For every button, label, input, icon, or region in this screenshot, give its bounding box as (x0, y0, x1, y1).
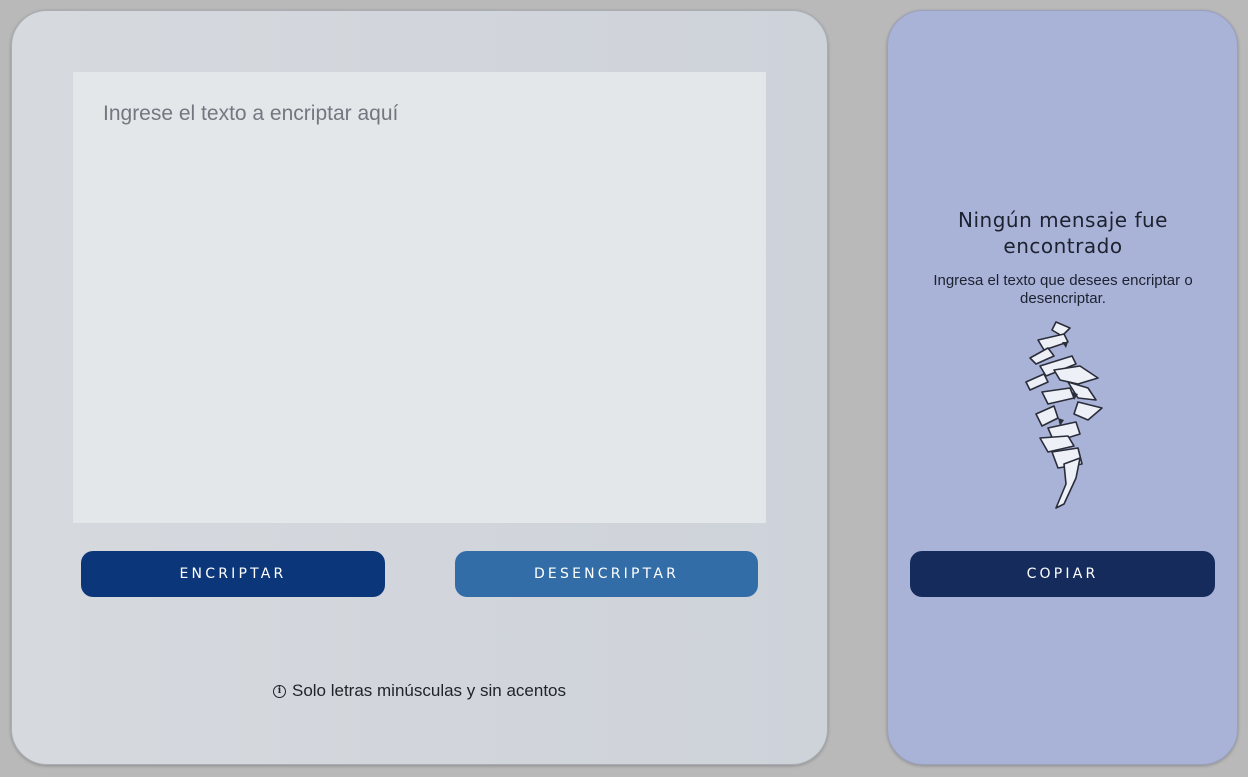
encrypt-button[interactable]: ENCRIPTAR (81, 551, 385, 597)
input-notice: i Solo letras minúsculas y sin acentos (12, 681, 827, 701)
text-input[interactable] (73, 72, 766, 523)
decrypt-button[interactable]: DESENCRIPTAR (455, 551, 758, 597)
empty-message-title: Ningún mensaje fue encontrado (958, 208, 1168, 258)
info-icon: i (272, 684, 286, 698)
calligraphy-symbol-image (1025, 321, 1103, 509)
input-panel: ENCRIPTAR DESENCRIPTAR i Solo letras min… (11, 10, 828, 765)
output-panel: Ningún mensaje fue encontrado Ingresa el… (887, 10, 1238, 765)
notice-text: Solo letras minúsculas y sin acentos (291, 681, 567, 700)
copy-button[interactable]: COPIAR (910, 551, 1215, 597)
empty-message-subtitle: Ingresa el texto que desees encriptar o … (933, 272, 1193, 307)
